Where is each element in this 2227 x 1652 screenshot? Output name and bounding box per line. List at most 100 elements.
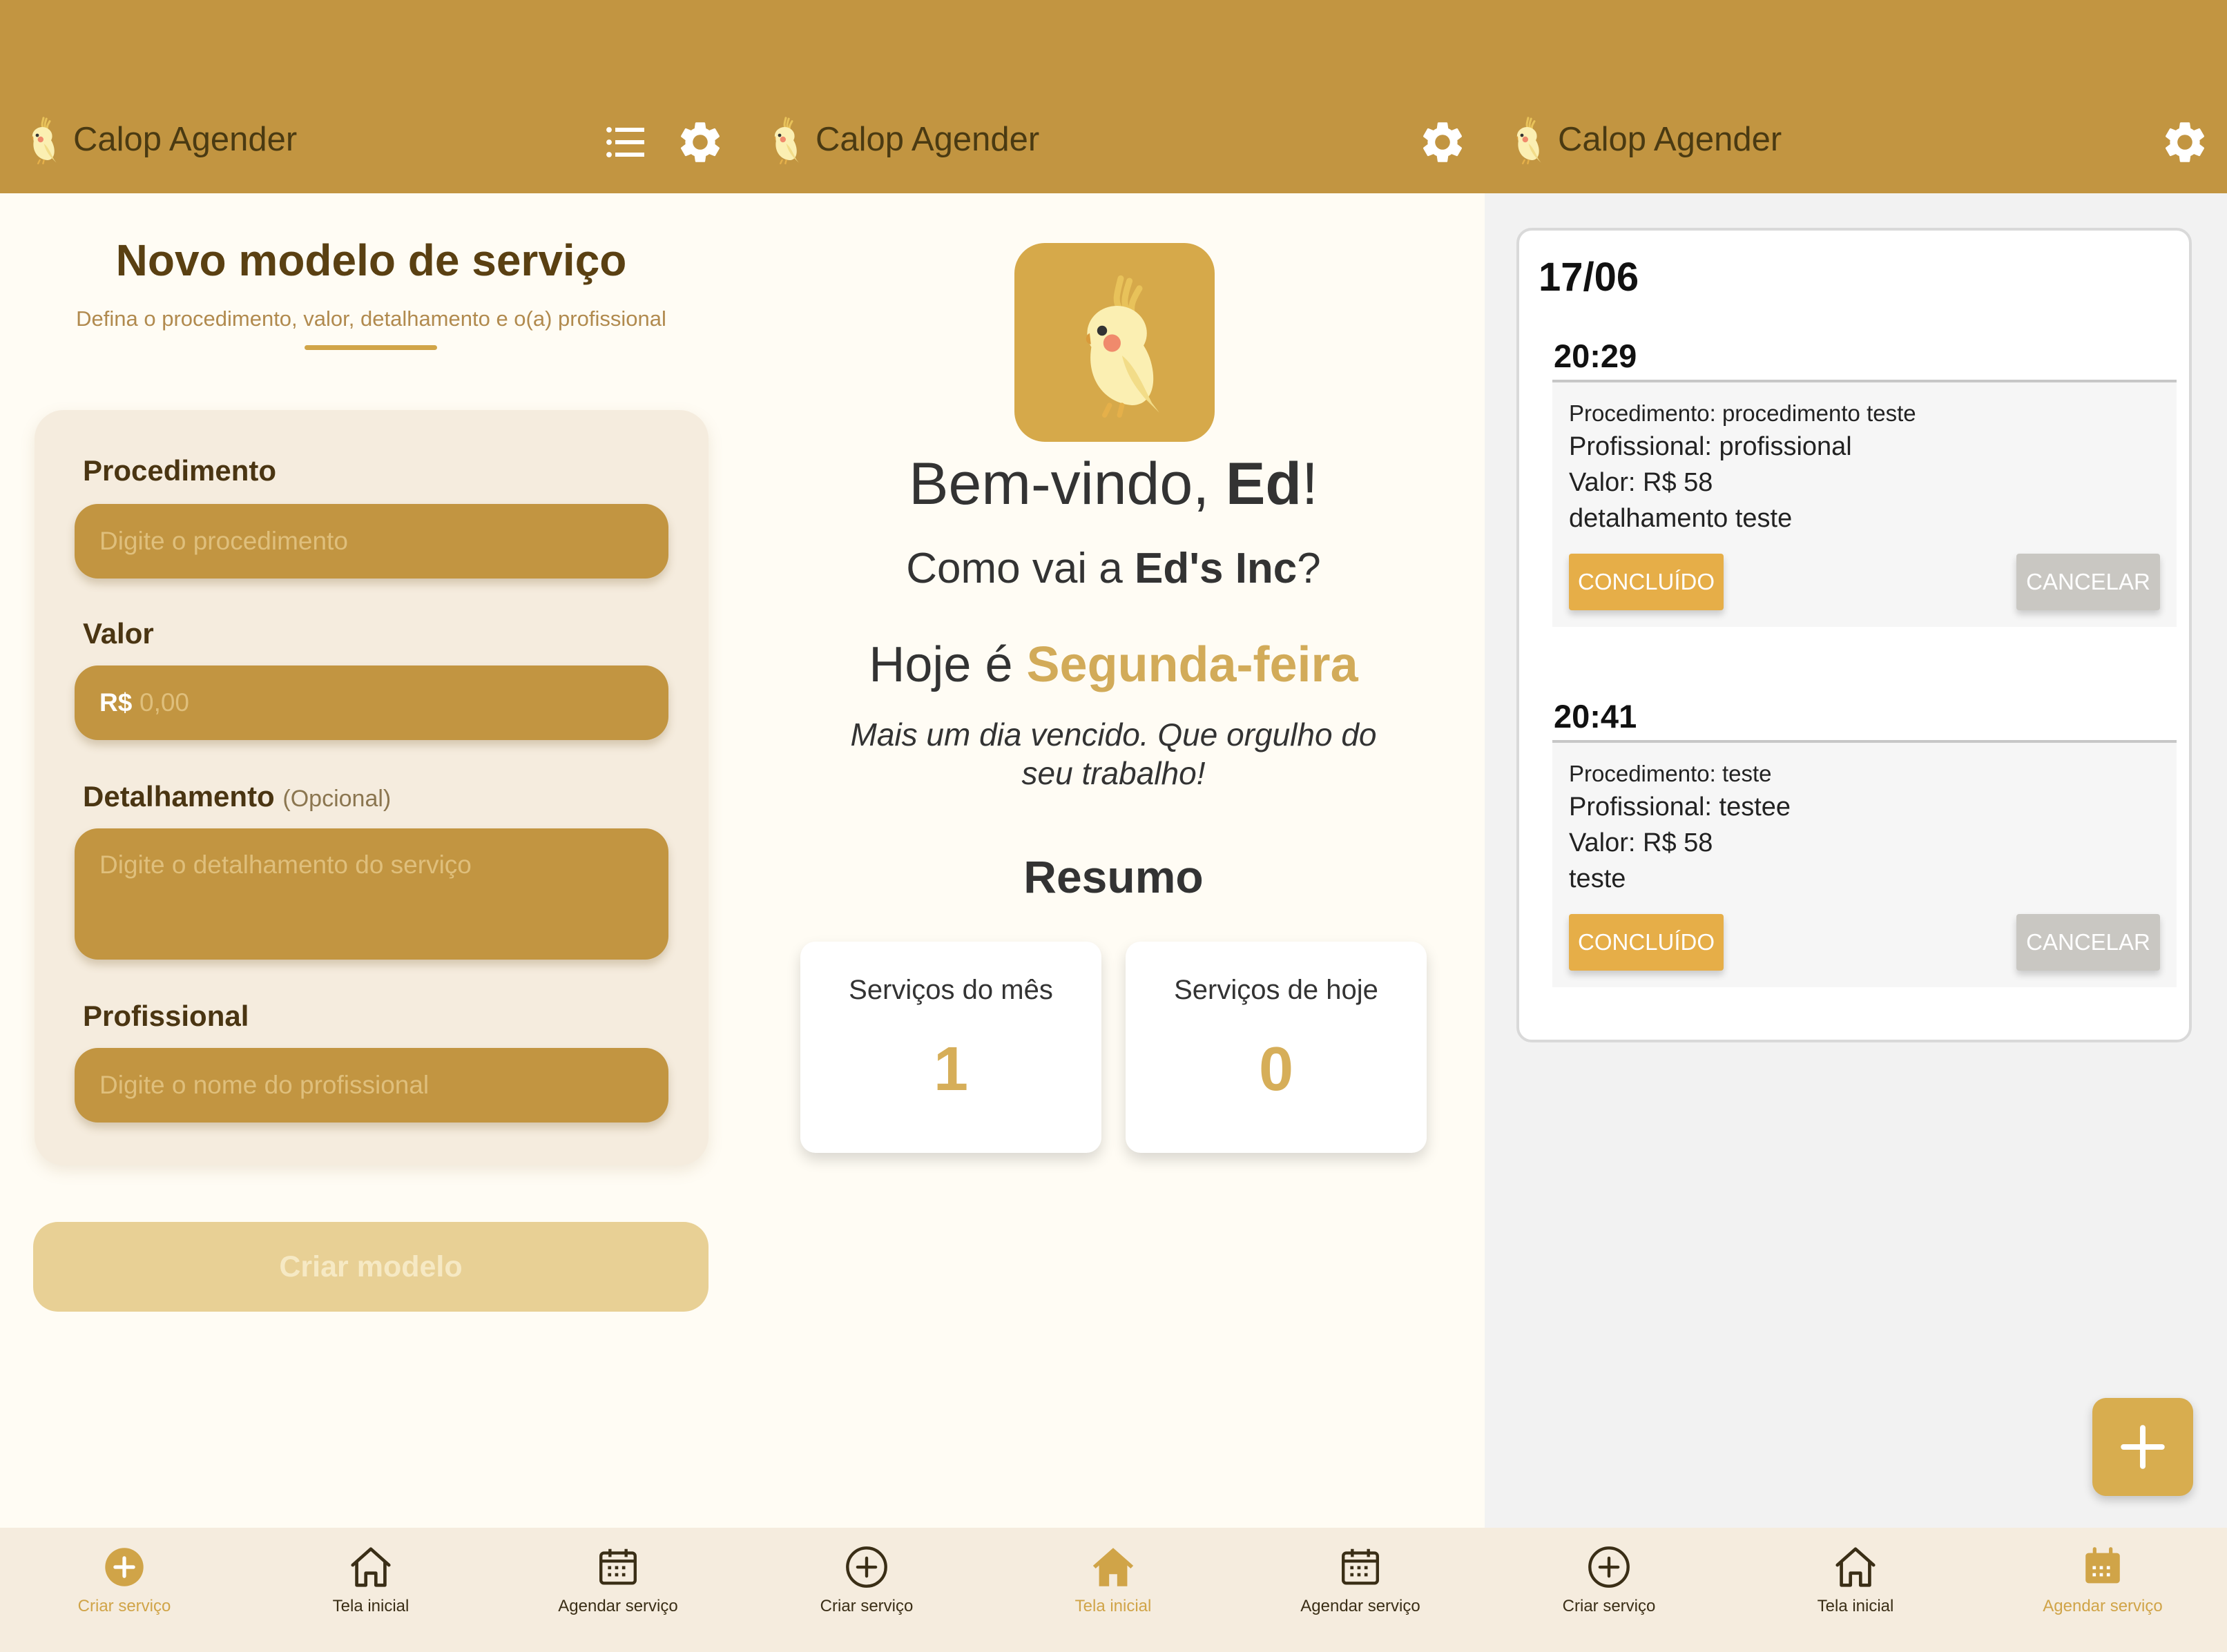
summary-title: Resumo — [1023, 851, 1204, 902]
plus-icon — [2121, 1425, 2165, 1469]
value-input[interactable] — [75, 665, 668, 740]
app-brand: Calop Agender — [1505, 113, 1782, 166]
nav-create-service[interactable]: Criar serviço — [763, 1543, 970, 1616]
nav-label: Tela inicial — [332, 1597, 409, 1615]
appointment-item: Procedimento: teste Profissional: testee… — [1552, 743, 2177, 987]
gear-icon[interactable] — [1418, 117, 1467, 167]
cancel-button[interactable]: CANCELAR — [2016, 554, 2160, 610]
today-line: Hoje é Segunda-feira — [742, 636, 1485, 693]
nav-label: Agendar serviço — [1300, 1597, 1420, 1615]
nav-home[interactable]: Tela inicial — [1010, 1543, 1217, 1616]
company-name: Ed's Inc — [1135, 545, 1298, 592]
plus-circle-icon — [846, 1546, 887, 1588]
gear-icon[interactable] — [675, 117, 725, 167]
welcome-prefix: Bem-vindo, — [909, 451, 1226, 517]
weekday: Segunda-feira — [1026, 637, 1358, 692]
nav-create-service[interactable]: Criar serviço — [21, 1543, 228, 1616]
company-greeting: Como vai a Ed's Inc? — [742, 544, 1485, 593]
professional-label: Profissional — [83, 1000, 249, 1032]
app-brand: Calop Agender — [763, 113, 1039, 166]
home-icon — [1831, 1543, 1880, 1591]
list-icon[interactable] — [601, 117, 650, 167]
stat-value: 0 — [1258, 1035, 1294, 1104]
home-icon — [347, 1543, 395, 1591]
appointment-detail: teste — [1569, 864, 1626, 893]
calendar-icon — [1342, 1548, 1379, 1585]
nav-schedule[interactable]: Agendar serviço — [1999, 1543, 2206, 1616]
home-screen: Calop Agender Bem-vindo, Ed! Como vai a … — [742, 0, 1485, 1652]
bottom-nav: Criar serviço Tela inicial Agendar servi… — [742, 1528, 1485, 1652]
schedule-screen: Calop Agender 17/06 20:29 Procedimento: … — [1485, 0, 2227, 1652]
cancel-button[interactable]: CANCELAR — [2016, 914, 2160, 971]
home-icon — [1089, 1543, 1137, 1591]
appointment-value: Valor: R$ 58 — [1569, 828, 1713, 857]
service-model-form: Procedimento Valor R$ Detalhamento (Opci… — [35, 410, 708, 1165]
cockatiel-logo-icon — [1052, 257, 1177, 429]
detail-textarea[interactable] — [75, 828, 668, 960]
procedure-field[interactable] — [75, 504, 668, 579]
cockatiel-logo-icon — [763, 113, 804, 166]
page-title: Novo modelo de serviço — [115, 235, 627, 285]
create-model-button[interactable]: Criar modelo — [33, 1222, 708, 1312]
nav-create-service[interactable]: Criar serviço — [1505, 1543, 1713, 1616]
nav-label: Criar serviço — [77, 1597, 171, 1615]
detail-field[interactable] — [75, 828, 668, 960]
value-field[interactable]: R$ — [75, 665, 668, 740]
nav-label: Criar serviço — [820, 1597, 914, 1615]
appointment-time: 20:41 — [1554, 698, 1637, 735]
welcome-suffix: ! — [1301, 451, 1318, 517]
today-prefix: Hoje é — [869, 637, 1027, 692]
app-logo — [1014, 243, 1215, 442]
company-prefix: Como vai a — [906, 545, 1135, 592]
professional-input[interactable] — [75, 1048, 668, 1123]
procedure-label: Procedimento — [83, 454, 277, 487]
app-bar: Calop Agender — [0, 0, 742, 193]
stat-value: 1 — [933, 1035, 969, 1104]
complete-button[interactable]: CONCLUÍDO — [1569, 914, 1724, 971]
app-bar: Calop Agender — [742, 0, 1485, 193]
bottom-nav: Criar serviço Tela inicial Agendar servi… — [0, 1528, 742, 1652]
nav-schedule[interactable]: Agendar serviço — [514, 1543, 722, 1616]
nav-home[interactable]: Tela inicial — [1752, 1543, 1959, 1616]
appointment-time: 20:29 — [1554, 338, 1637, 374]
detail-label-text: Detalhamento — [83, 780, 275, 813]
calendar-icon — [2085, 1547, 2120, 1584]
app-title: Calop Agender — [816, 121, 1040, 158]
nav-schedule[interactable]: Agendar serviço — [1257, 1543, 1464, 1616]
app-title: Calop Agender — [1558, 121, 1782, 158]
nav-label: Criar serviço — [1562, 1597, 1656, 1615]
month-services-card: Serviços do mês 1 — [800, 942, 1101, 1153]
title-underline — [305, 345, 437, 350]
nav-label: Agendar serviço — [558, 1597, 678, 1615]
app-brand: Calop Agender — [21, 113, 297, 166]
add-appointment-button[interactable] — [2092, 1398, 2193, 1496]
appointment-professional: Profissional: testee — [1569, 793, 1791, 822]
new-service-model-screen: Calop Agender Novo modelo de serviço Def… — [0, 0, 742, 1652]
nav-label: Agendar serviço — [2043, 1597, 2163, 1615]
detail-label: Detalhamento (Opcional) — [83, 780, 391, 813]
user-name: Ed — [1226, 451, 1302, 517]
appointment-procedure: Procedimento: teste — [1569, 761, 1772, 786]
value-label: Valor — [83, 617, 154, 650]
appointment-item: Procedimento: procedimento teste Profiss… — [1552, 382, 2177, 627]
appointment-procedure: Procedimento: procedimento teste — [1569, 400, 1916, 426]
plus-circle-icon — [105, 1548, 144, 1586]
nav-label: Tela inicial — [1074, 1597, 1152, 1615]
complete-button[interactable]: CONCLUÍDO — [1569, 554, 1724, 610]
professional-field[interactable] — [75, 1048, 668, 1123]
company-suffix: ? — [1297, 545, 1321, 592]
appointment-detail: detalhamento teste — [1569, 504, 1793, 533]
page-subtitle: Defina o procedimento, valor, detalhamen… — [76, 307, 666, 331]
welcome-heading: Bem-vindo, Ed! — [742, 450, 1485, 518]
app-title: Calop Agender — [73, 121, 298, 158]
schedule-date: 17/06 — [1539, 255, 1639, 300]
nav-home[interactable]: Tela inicial — [267, 1543, 474, 1616]
nav-label: Tela inicial — [1817, 1597, 1894, 1615]
plus-circle-icon — [1588, 1546, 1630, 1588]
appointment-professional: Profissional: profissional — [1569, 432, 1852, 461]
stat-label: Serviços de hoje — [1174, 975, 1378, 1005]
app-bar: Calop Agender — [1485, 0, 2227, 193]
procedure-input[interactable] — [75, 504, 668, 579]
cockatiel-logo-icon — [1505, 113, 1547, 166]
gear-icon[interactable] — [2160, 117, 2210, 167]
